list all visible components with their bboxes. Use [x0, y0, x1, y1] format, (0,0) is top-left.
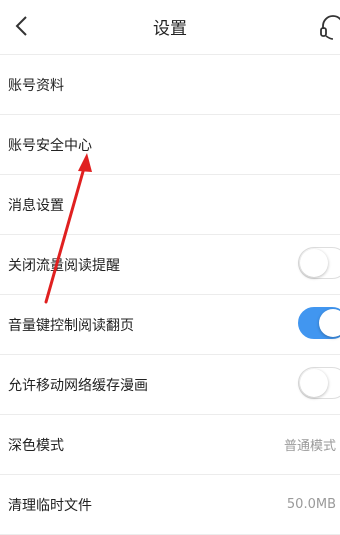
settings-list: 账号资料 账号安全中心 消息设置 关闭流量阅读提醒 音量键控制阅读翻页 允许移动…: [0, 55, 340, 535]
row-label: 关闭流量阅读提醒: [8, 257, 120, 274]
toggle-knob: [300, 249, 328, 277]
row-label: 深色模式: [8, 437, 64, 454]
row-label: 允许移动网络缓存漫画: [8, 377, 148, 394]
settings-row-clear-temp-files[interactable]: 清理临时文件 50.0MB: [0, 475, 340, 535]
settings-row-data-reading-reminder: 关闭流量阅读提醒: [0, 235, 340, 295]
volume-key-page-turn-toggle[interactable]: [298, 307, 340, 339]
settings-row-dark-mode[interactable]: 深色模式 普通模式: [0, 415, 340, 475]
toggle-knob: [300, 369, 328, 397]
mobile-data-cache-toggle[interactable]: [298, 367, 340, 399]
customer-service-button[interactable]: [318, 12, 340, 42]
row-label: 账号安全中心: [8, 137, 92, 154]
row-label: 清理临时文件: [8, 497, 92, 514]
data-reading-reminder-toggle[interactable]: [298, 247, 340, 279]
headset-icon: [320, 15, 340, 40]
toggle-knob: [319, 309, 340, 337]
row-label: 音量键控制阅读翻页: [8, 317, 134, 334]
top-bar: 设置: [0, 0, 340, 55]
settings-row-account-profile[interactable]: 账号资料: [0, 55, 340, 115]
dark-mode-value: 普通模式: [283, 439, 336, 454]
temp-files-size: 50.0MB: [286, 497, 336, 512]
page-title: 设置: [153, 19, 187, 39]
settings-row-volume-key-page-turn: 音量键控制阅读翻页: [0, 295, 340, 355]
settings-row-message-settings[interactable]: 消息设置: [0, 175, 340, 235]
settings-row-mobile-data-cache: 允许移动网络缓存漫画: [0, 355, 340, 415]
row-label: 账号资料: [8, 77, 64, 94]
row-label: 消息设置: [8, 197, 64, 214]
settings-row-account-security[interactable]: 账号安全中心: [0, 115, 340, 175]
